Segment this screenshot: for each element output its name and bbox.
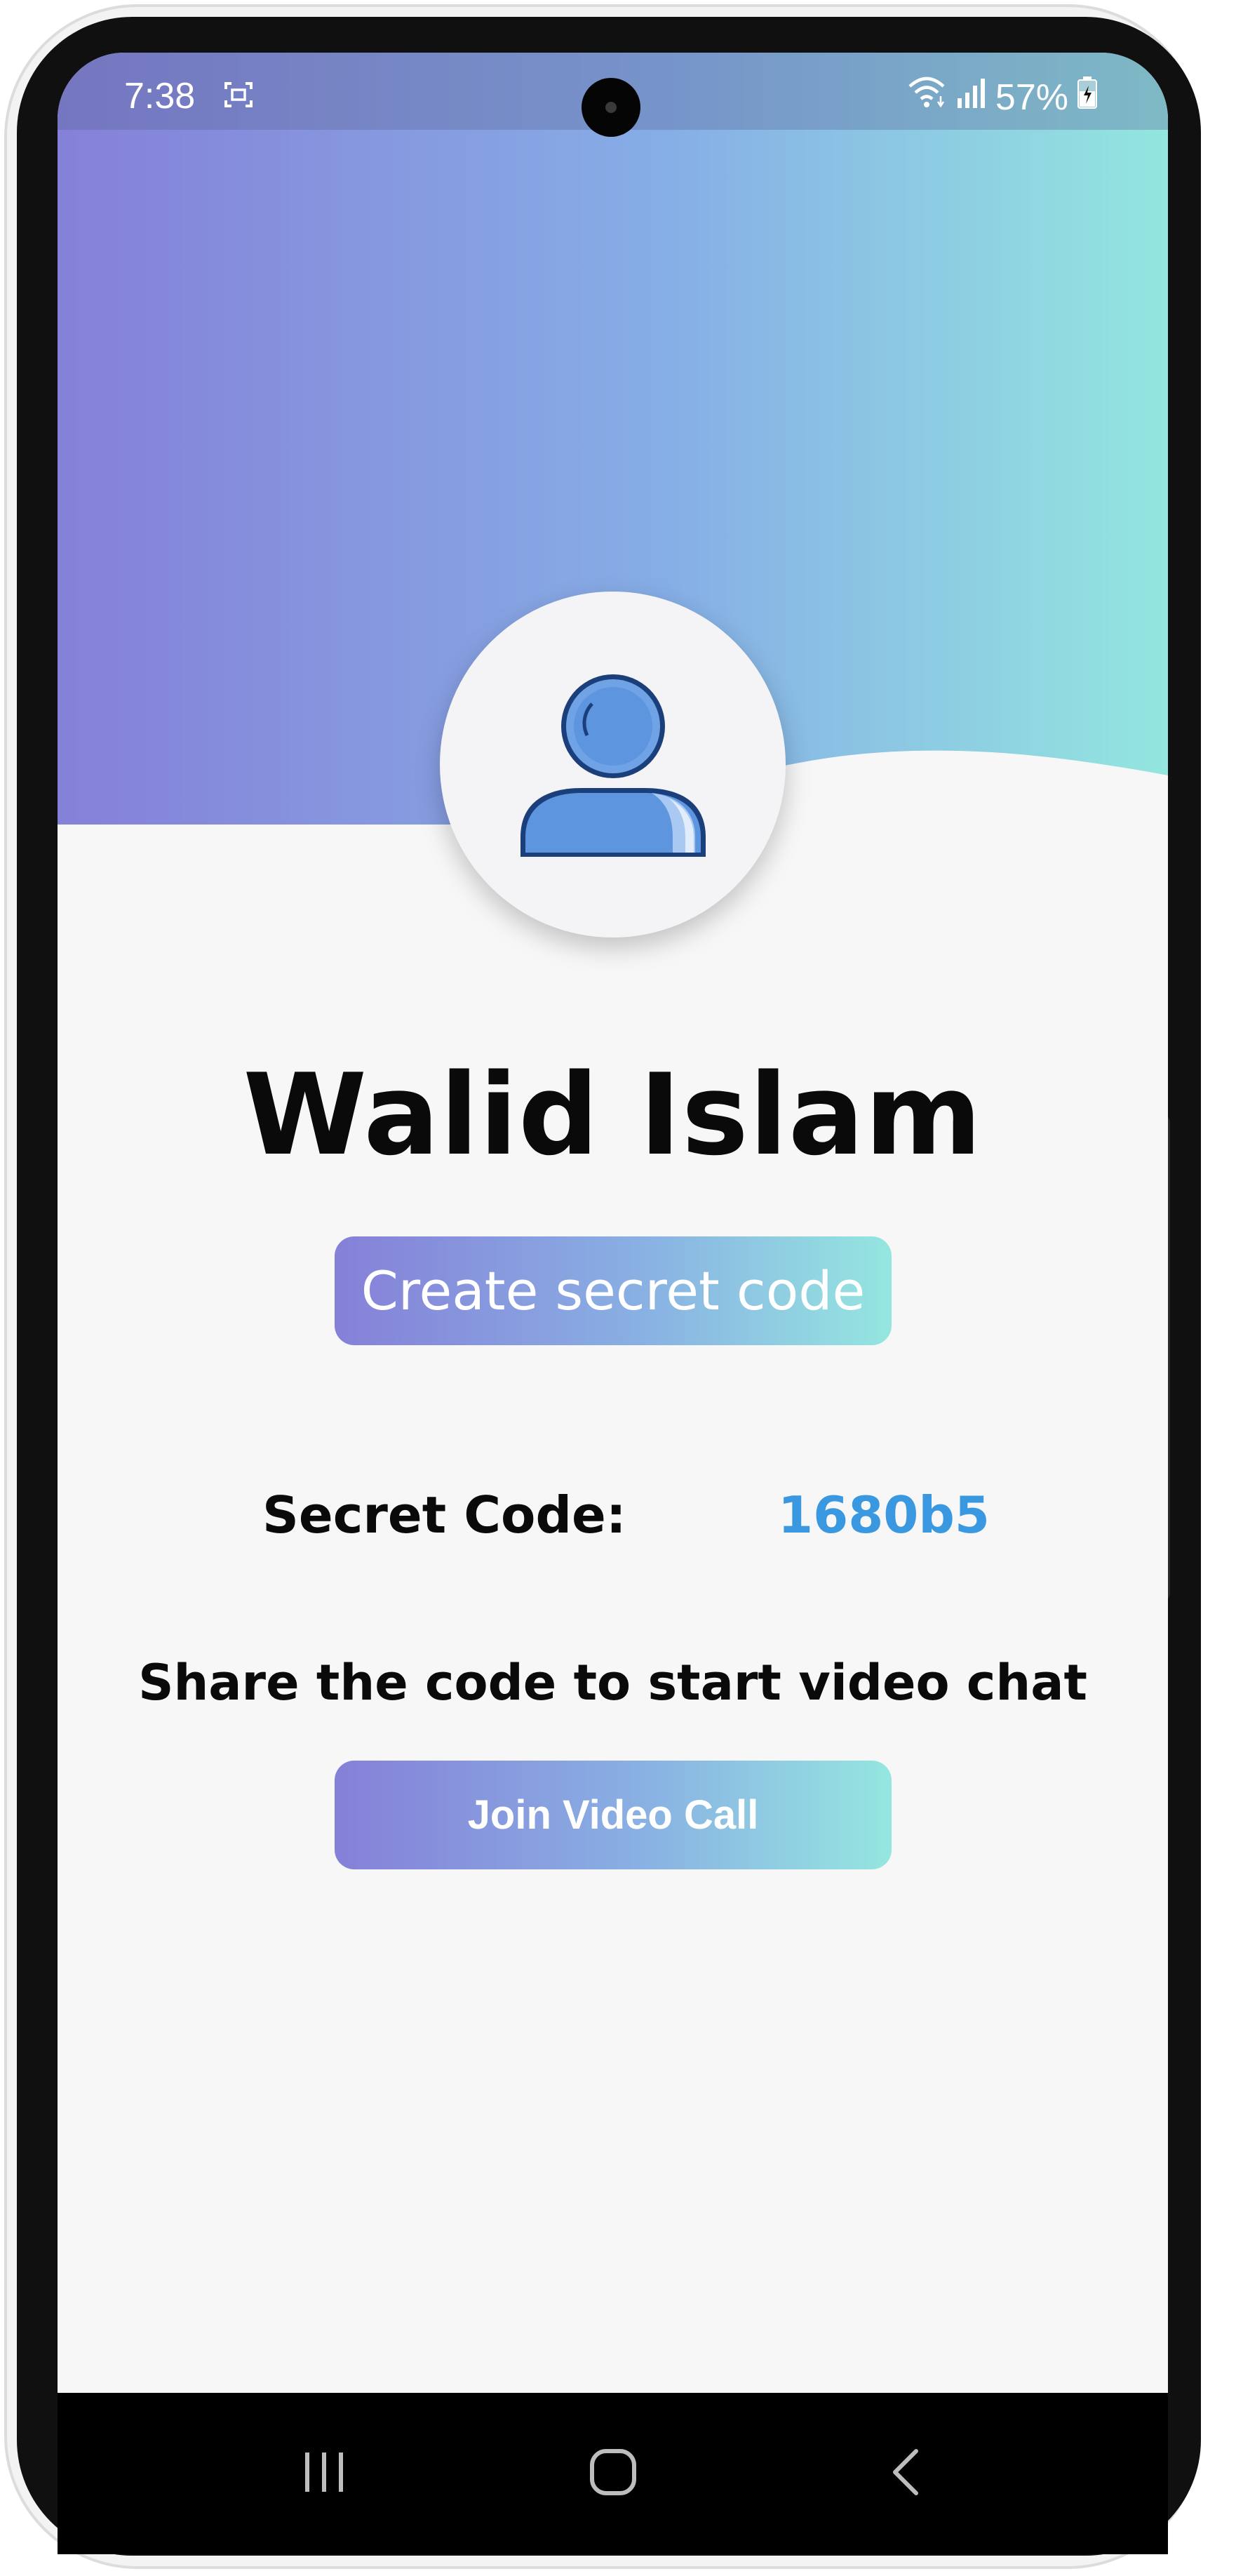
join-video-call-button[interactable]: Join Video Call: [335, 1761, 892, 1869]
app-screen: 7:38 57% Walid Islam Create secret code …: [58, 53, 1168, 2554]
front-camera: [582, 78, 640, 137]
user-avatar-icon: [518, 669, 708, 861]
battery-percent: 57%: [995, 76, 1068, 118]
share-instructions: Share the code to start video chat: [138, 1654, 1087, 1711]
status-time: 7:38: [124, 76, 196, 116]
user-name: Walid Islam: [243, 1049, 983, 1180]
home-button[interactable]: [575, 2442, 652, 2505]
battery-charging-icon: [1077, 76, 1098, 119]
back-icon: [888, 2447, 923, 2500]
secret-code-label: Secret Code:: [262, 1486, 626, 1544]
screenshot-icon: [223, 81, 254, 112]
home-icon: [588, 2447, 638, 2500]
status-right-cluster: 57%: [907, 75, 1098, 119]
signal-icon: [955, 76, 987, 119]
create-secret-code-button[interactable]: Create secret code: [335, 1236, 892, 1345]
back-button[interactable]: [867, 2442, 944, 2505]
navigation-bar: [58, 2393, 1168, 2554]
secret-code-value: 1680b5: [778, 1486, 990, 1544]
avatar: [440, 592, 786, 937]
recent-apps-icon: [300, 2450, 349, 2497]
recent-apps-button[interactable]: [286, 2442, 363, 2505]
wifi-icon: [907, 75, 946, 119]
